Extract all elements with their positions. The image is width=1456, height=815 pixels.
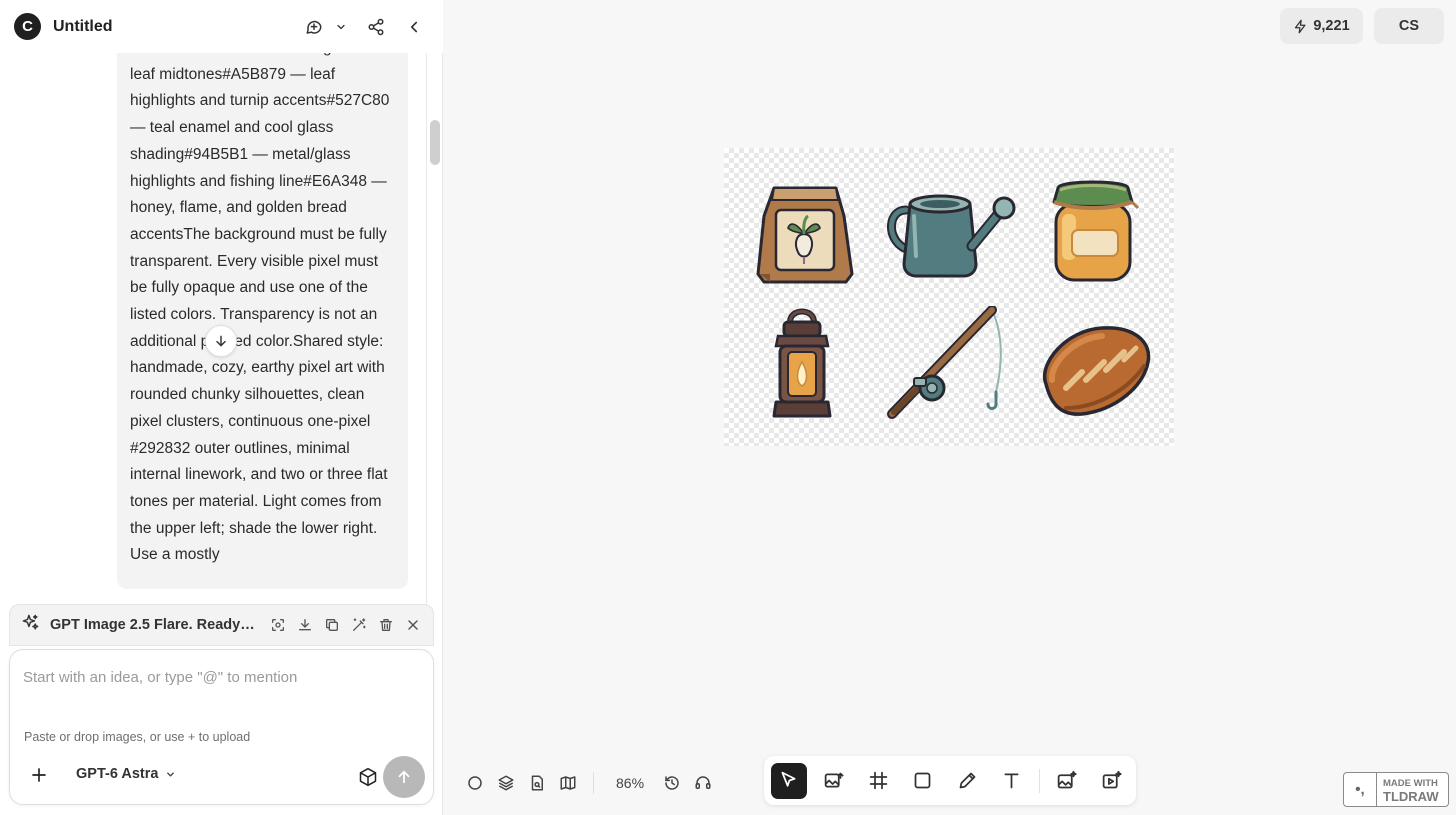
hash-frame-icon <box>869 771 887 790</box>
history-button[interactable] <box>656 768 687 799</box>
ai-image-tool[interactable] <box>1049 763 1085 799</box>
copy-button[interactable] <box>323 616 341 634</box>
magic-edit-button[interactable] <box>350 616 368 634</box>
download-icon <box>299 619 311 631</box>
document-title[interactable]: Untitled <box>53 18 113 36</box>
image-upload-icon <box>824 772 844 788</box>
canvas-controls: 86% <box>459 764 718 802</box>
new-chat-button[interactable] <box>299 12 329 42</box>
rectangle-tool[interactable] <box>905 763 941 799</box>
scrollbar-thumb[interactable] <box>430 120 440 165</box>
generated-image[interactable] <box>724 148 1174 446</box>
prompt-composer: Paste or drop images, or use + to upload… <box>9 649 434 805</box>
lantern-sprite <box>772 308 832 418</box>
upload-button[interactable] <box>27 763 51 787</box>
trash-icon <box>380 619 392 631</box>
model-selector[interactable]: GPT-6 Astra <box>76 766 176 782</box>
status-text: GPT Image 2.5 Flare. Ready ... <box>50 617 255 633</box>
chat-plus-icon <box>306 20 322 34</box>
credits-count: 9,221 <box>1313 18 1350 34</box>
prompt-input[interactable] <box>23 662 418 692</box>
pages-button[interactable] <box>521 768 552 799</box>
history-icon <box>664 776 679 790</box>
model-name: GPT-6 Astra <box>76 766 159 782</box>
file-search-icon <box>531 775 543 791</box>
text-icon <box>1004 773 1019 789</box>
send-button[interactable] <box>383 756 425 798</box>
pencil-icon <box>959 772 976 789</box>
chevron-down-icon <box>337 24 345 29</box>
copy-icon <box>326 619 338 631</box>
cursor-icon <box>781 771 796 787</box>
ai-video-tool[interactable] <box>1093 763 1129 799</box>
badge-text: MADE WITH TLDRAW <box>1377 777 1439 803</box>
close-status-button[interactable] <box>404 616 422 634</box>
seed-bag-sprite <box>756 186 854 284</box>
plus-icon <box>32 768 46 782</box>
text-tool[interactable] <box>994 763 1030 799</box>
tldraw-logo-icon: •, <box>1344 773 1377 806</box>
zoom-level[interactable]: 86% <box>616 775 644 791</box>
download-button[interactable] <box>296 616 314 634</box>
lightning-icon <box>1295 19 1306 33</box>
sparkle-icon <box>21 613 40 637</box>
support-button[interactable] <box>687 768 718 799</box>
image-upload-tool[interactable] <box>816 763 852 799</box>
app-logo[interactable]: C <box>14 13 41 40</box>
share-button[interactable] <box>361 12 391 42</box>
magic-wand-icon <box>353 618 366 631</box>
ai-video-icon <box>1102 770 1122 789</box>
collapse-panel-button[interactable] <box>399 12 429 42</box>
credits-button[interactable]: 9,221 <box>1280 8 1363 44</box>
pencil-tool[interactable] <box>950 763 986 799</box>
square-icon <box>914 772 931 789</box>
upload-hint: Paste or drop images, or use + to upload <box>24 730 251 744</box>
badge-line-2: TLDRAW <box>1383 788 1439 804</box>
chat-header: C Untitled <box>0 0 443 53</box>
focus-button[interactable] <box>269 616 287 634</box>
made-with-tldraw-badge[interactable]: •, MADE WITH TLDRAW <box>1343 772 1449 807</box>
layers-icon <box>498 775 513 791</box>
circle-icon <box>467 776 482 790</box>
main-toolbar <box>764 756 1136 805</box>
fishing-rod-sprite <box>887 306 1002 419</box>
share-icon <box>368 18 384 35</box>
scroll-to-bottom-button[interactable] <box>205 325 237 357</box>
close-icon <box>408 620 418 630</box>
status-actions <box>269 616 422 634</box>
focus-icon <box>272 619 284 631</box>
headset-icon <box>695 776 711 789</box>
generation-status-card: GPT Image 2.5 Flare. Ready ... <box>9 604 434 646</box>
delete-button[interactable] <box>377 616 395 634</box>
chat-menu-dropdown[interactable] <box>333 12 349 42</box>
watering-can-sprite <box>887 194 1016 278</box>
status-toggle[interactable] <box>459 768 490 799</box>
divider <box>593 772 594 794</box>
user-avatar[interactable]: CS <box>1374 8 1444 44</box>
user-message: shadows#5C8C50 — moss-green and leaf mid… <box>117 53 408 590</box>
bread-loaf-sprite <box>1042 326 1151 416</box>
ai-image-icon <box>1057 770 1077 789</box>
scrollbar-track[interactable] <box>426 53 427 605</box>
arrow-down-icon <box>216 335 226 347</box>
frame-tool[interactable] <box>860 763 896 799</box>
3d-mode-button[interactable] <box>356 765 380 789</box>
layers-button[interactable] <box>490 768 521 799</box>
badge-line-1: MADE WITH <box>1383 777 1438 789</box>
chat-panel: C Untitled shadows#5C8C50 — moss-green a… <box>0 0 443 815</box>
header-actions <box>299 12 429 42</box>
select-tool[interactable] <box>771 762 807 799</box>
chevron-down-icon <box>167 771 175 777</box>
chevron-left-icon <box>410 21 418 32</box>
honey-jar-sprite <box>1052 180 1140 282</box>
map-icon <box>560 776 575 790</box>
toolbar-divider <box>1038 768 1040 793</box>
arrow-up-icon <box>398 770 410 784</box>
minimap-button[interactable] <box>552 768 583 799</box>
cube-icon <box>359 767 377 787</box>
